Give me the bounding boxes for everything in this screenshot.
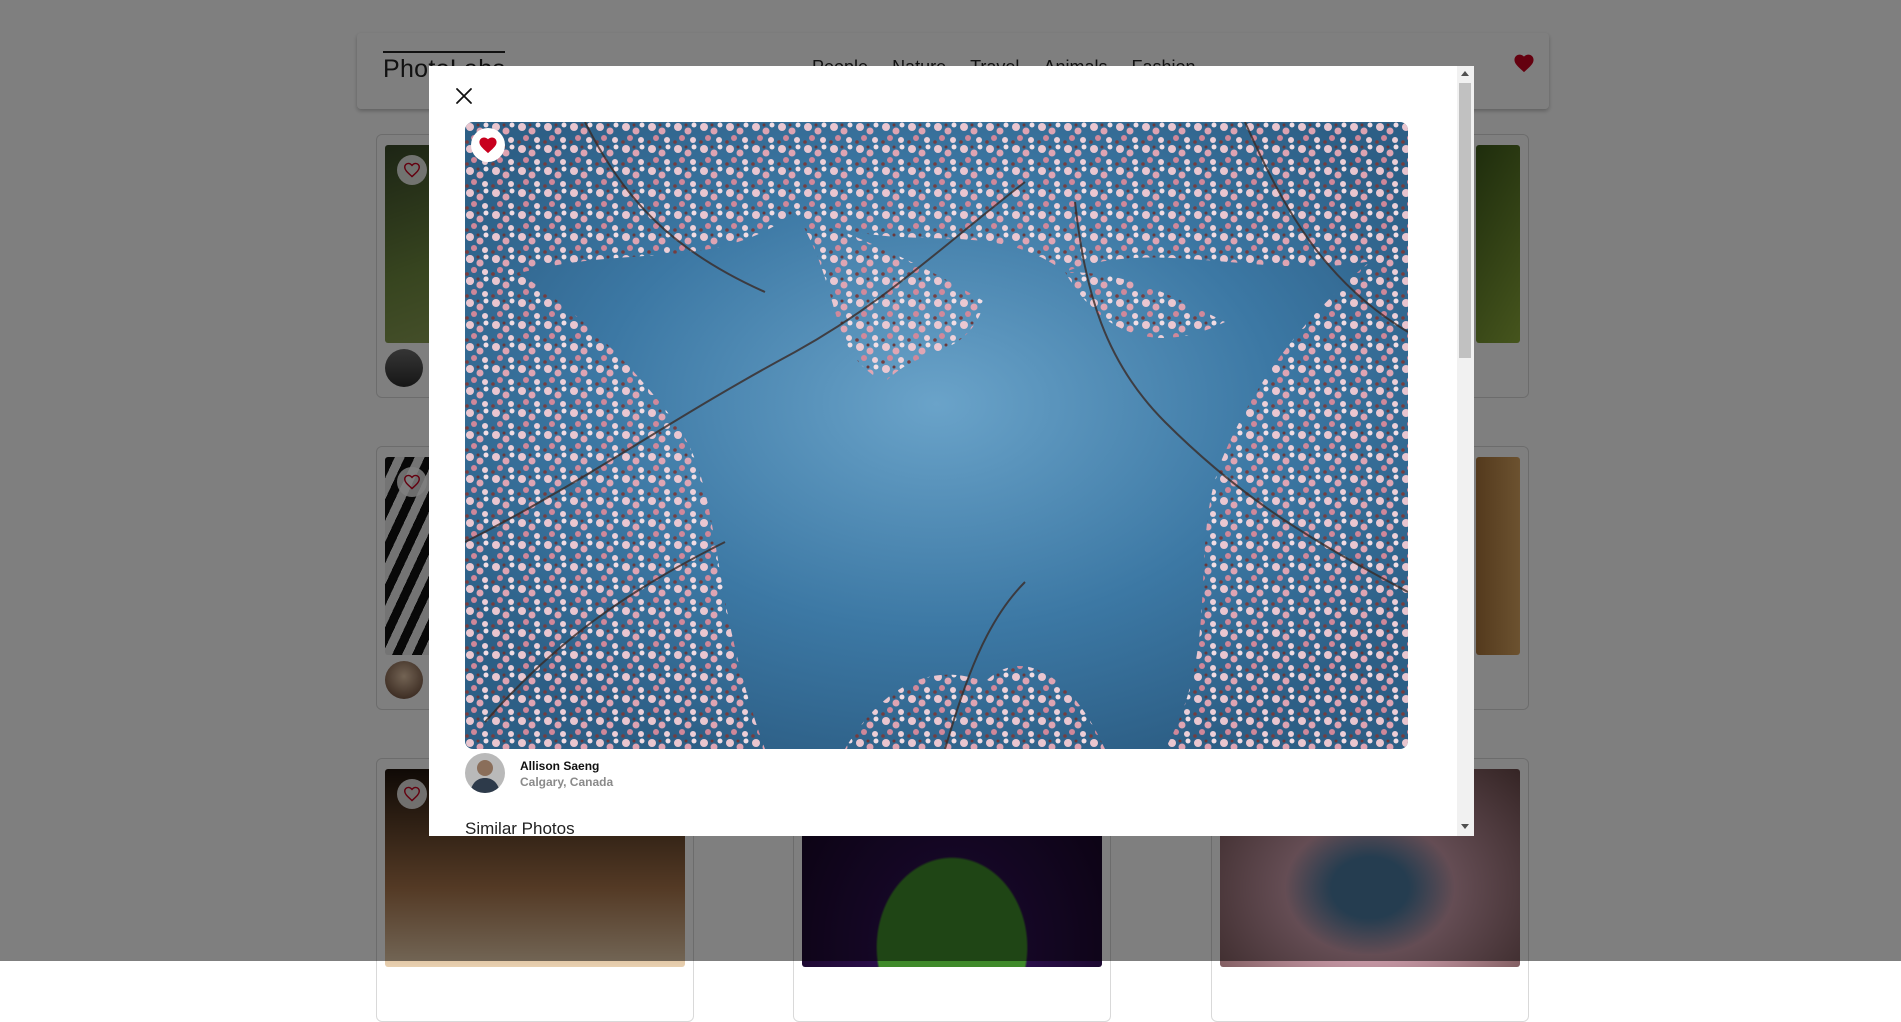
scrollbar-thumb[interactable] (1459, 83, 1471, 358)
cherry-blossom-photo (465, 122, 1408, 749)
close-icon (456, 88, 472, 104)
user-avatar-icon (465, 753, 505, 793)
author-avatar (465, 753, 505, 793)
similar-photos-heading: Similar Photos (465, 819, 575, 836)
close-button[interactable] (452, 84, 476, 108)
scroll-up-icon[interactable] (1461, 71, 1469, 76)
favorite-button[interactable] (471, 128, 505, 162)
selected-photo (465, 122, 1408, 749)
photo-details-modal: Allison Saeng Calgary, Canada Similar Ph… (429, 66, 1474, 836)
heart-icon (479, 137, 497, 154)
author-name: Allison Saeng (520, 759, 600, 773)
author-location: Calgary, Canada (520, 775, 614, 789)
modal-scrollbar[interactable] (1457, 66, 1474, 836)
scroll-down-icon[interactable] (1461, 824, 1469, 829)
